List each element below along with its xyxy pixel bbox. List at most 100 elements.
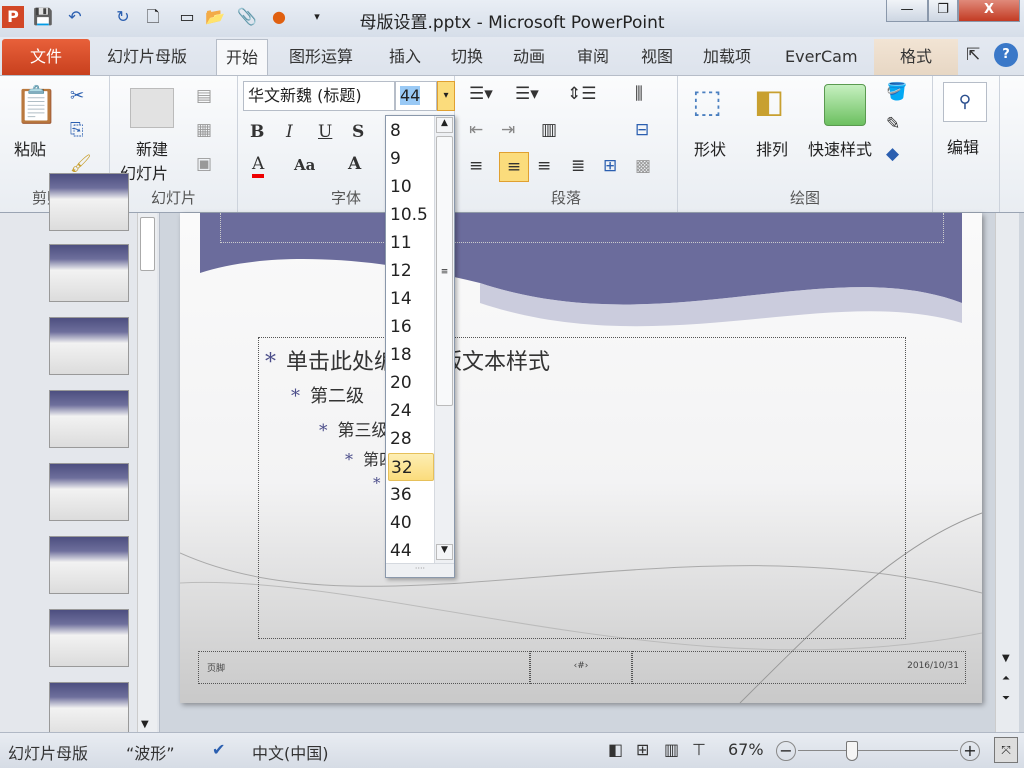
slide-number-placeholder[interactable]: ‹#› (530, 651, 632, 684)
new-slide-icon[interactable] (130, 88, 174, 128)
numbering-icon[interactable]: ☰▾ (515, 84, 539, 104)
font-size-option[interactable]: 11 (388, 229, 434, 257)
font-size-input[interactable]: 44 (395, 81, 437, 111)
spell-check-icon[interactable]: ✔ (212, 740, 225, 759)
theme-status[interactable]: “波形” (126, 740, 175, 764)
font-size-dropdown-list[interactable]: 8 9 10 10.5 11 12 14 16 18 20 24 28 32 36 40 44 ▲ ≡ ▼ ·… (385, 115, 455, 578)
slide-thumbnail[interactable] (49, 173, 129, 231)
arrange-button[interactable]: 排列 (756, 136, 788, 160)
arrange-icon[interactable]: ◧ (754, 82, 784, 120)
thumbnail-scrollbar[interactable]: ▼ (137, 213, 157, 732)
font-size-option[interactable]: 14 (388, 285, 434, 313)
new-slide-button[interactable]: 新建 (136, 136, 168, 160)
slide-thumbnail[interactable] (49, 390, 129, 448)
date-placeholder[interactable]: 2016/10/31 (632, 651, 966, 684)
text-shadow-button[interactable]: S (352, 122, 364, 142)
font-size-option[interactable]: 20 (388, 369, 434, 397)
slide-thumbnail[interactable] (49, 317, 129, 375)
font-size-option[interactable]: 12 (388, 257, 434, 285)
zoom-slider-thumb[interactable] (846, 741, 858, 761)
tab-addins[interactable]: 加载项 (694, 39, 760, 75)
scroll-up-icon[interactable]: ▲ (436, 117, 453, 133)
resize-handle[interactable]: ···· (386, 563, 454, 577)
paste-button[interactable]: 粘贴 (14, 136, 46, 160)
slide-thumbnail[interactable] (49, 536, 129, 594)
zoom-in-button[interactable]: + (960, 741, 980, 761)
slide-sorter-icon[interactable]: ⊞ (636, 740, 649, 759)
text-direction-icon[interactable]: ⫼ (635, 84, 643, 104)
quick-styles-icon[interactable] (824, 84, 866, 126)
body-placeholder[interactable]: *单击此处编辑母版文本样式 *第二级 *第三级 *第四级 * (258, 337, 906, 639)
font-size-option[interactable]: 40 (388, 509, 434, 537)
italic-button[interactable]: I (286, 122, 293, 142)
decrease-indent-icon[interactable]: ⇤ (469, 120, 483, 140)
font-size-option[interactable]: 32 (388, 453, 434, 481)
font-color-button[interactable]: A (252, 154, 265, 178)
shape-fill-icon[interactable]: 🪣 (886, 82, 907, 102)
font-size-option[interactable]: 24 (388, 397, 434, 425)
title-placeholder[interactable] (220, 213, 944, 243)
align-text-icon[interactable]: ⊟ (635, 120, 649, 140)
tab-insert[interactable]: 插入 (380, 39, 430, 75)
tab-file[interactable]: 文件 (2, 39, 90, 75)
scroll-down-icon[interactable]: ▼ (436, 544, 453, 560)
increase-indent-icon[interactable]: ⇥ (501, 120, 515, 140)
zoom-level[interactable]: 67% (728, 740, 764, 759)
footer-placeholder[interactable]: 页脚 (198, 651, 530, 684)
slide-thumbnail[interactable] (49, 463, 129, 521)
editing-button[interactable]: 编辑 (947, 134, 979, 158)
bold-button[interactable]: B (250, 122, 264, 142)
zoom-slider-track[interactable] (798, 750, 958, 751)
previous-slide-icon[interactable]: ⏶ (1002, 673, 1010, 684)
tab-slide-master[interactable]: 幻灯片母版 (98, 39, 196, 75)
minimize-button[interactable]: — (886, 0, 928, 22)
grow-font-button[interactable]: A (348, 154, 361, 174)
tab-animations[interactable]: 动画 (504, 39, 554, 75)
shapes-icon[interactable]: ⬚ (692, 82, 722, 120)
dropdown-scrollbar[interactable]: ▲ ≡ ▼ (434, 116, 454, 577)
scroll-down-icon[interactable]: ▼ (141, 719, 149, 730)
reading-view-icon[interactable]: ▥ (664, 740, 679, 759)
slide-thumbnail[interactable] (49, 609, 129, 667)
format-painter-icon[interactable]: 🖌 (70, 154, 92, 174)
smartart-icon[interactable]: ▩ (635, 156, 651, 176)
scrollbar-thumb[interactable] (140, 217, 155, 271)
layout-icon[interactable]: ▤ (196, 86, 212, 106)
font-size-option[interactable]: 36 (388, 481, 434, 509)
justify-icon[interactable]: ≣ (571, 156, 585, 176)
restore-button[interactable]: ❐ (928, 0, 958, 22)
paste-icon[interactable]: 📋 (14, 84, 59, 126)
font-size-dropdown-button[interactable]: ▾ (437, 81, 455, 111)
slide-canvas[interactable]: *单击此处编辑母版文本样式 *第二级 *第三级 *第四级 * 页脚 ‹#› 20… (180, 213, 982, 703)
change-case-button[interactable]: Aa (294, 156, 315, 174)
help-icon[interactable]: ? (994, 43, 1018, 67)
slideshow-icon[interactable]: ⊤ (692, 740, 706, 759)
font-size-option[interactable]: 28 (388, 425, 434, 453)
zoom-out-button[interactable]: − (776, 741, 796, 761)
font-size-option[interactable]: 10 (388, 173, 434, 201)
pin-ribbon-icon[interactable]: ⇱ (966, 45, 980, 65)
align-left-icon[interactable]: ≡ (469, 156, 483, 176)
line-spacing-icon[interactable]: ⇕☰ (567, 84, 596, 104)
tab-format[interactable]: 格式 (874, 39, 958, 75)
language-status[interactable]: 中文(中国) (252, 740, 329, 764)
font-size-option[interactable]: 44 (388, 537, 434, 565)
columns-icon[interactable]: ▥ (541, 120, 557, 140)
close-button[interactable]: X (958, 0, 1020, 22)
normal-view-icon[interactable]: ◧ (608, 740, 623, 759)
font-name-combobox[interactable]: 华文新魏 (标题) (243, 81, 395, 111)
font-size-option[interactable]: 9 (388, 145, 434, 173)
next-slide-icon[interactable]: ⏷ (1002, 693, 1010, 704)
reset-icon[interactable]: ▦ (196, 120, 212, 140)
find-icon[interactable]: ⚲ (943, 82, 987, 122)
slide-scrollbar[interactable]: ▼ ⏶ ⏷ (995, 213, 1019, 732)
shape-outline-icon[interactable]: ✎ (886, 114, 900, 134)
align-center-icon[interactable]: ≡ (499, 152, 529, 182)
font-size-option[interactable]: 8 (388, 117, 434, 145)
slide-thumbnail[interactable] (49, 244, 129, 302)
font-size-option[interactable]: 16 (388, 313, 434, 341)
underline-button[interactable]: U (318, 122, 332, 142)
bullets-icon[interactable]: ☰▾ (469, 84, 493, 104)
section-icon[interactable]: ▣ (196, 154, 212, 174)
fit-to-window-icon[interactable]: ⤧ (994, 737, 1018, 763)
